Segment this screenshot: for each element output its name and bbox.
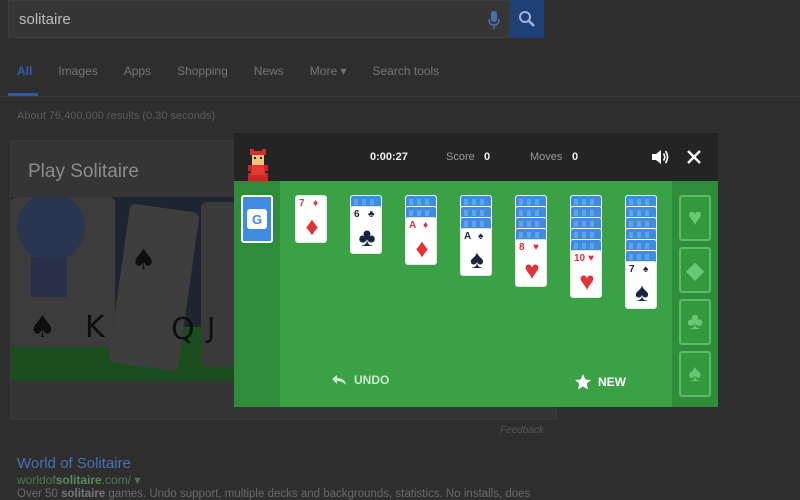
google-logo-icon: G — [247, 209, 267, 229]
search-input[interactable]: solitaire — [19, 11, 71, 28]
card-suit-small: ♦ — [313, 198, 319, 209]
score-label: Score — [446, 151, 475, 163]
card-rank: 6 — [354, 209, 360, 220]
card-suit-icon: ♥ — [579, 266, 595, 296]
game-header: 0:00:27 Score 0 Moves 0 — [234, 133, 718, 181]
result-url-post: .com/ ▾ — [101, 473, 141, 487]
close-icon[interactable] — [684, 147, 704, 167]
player-avatar-icon — [248, 149, 268, 181]
card-rank: 7 — [299, 198, 305, 209]
face-up-card[interactable]: 10 ♥ ♥ — [570, 250, 602, 298]
svg-text:Q: Q — [171, 312, 195, 347]
snippet-bold: solitaire — [61, 488, 106, 500]
card-suit-small: ♥ — [588, 253, 594, 264]
undo-label: UNDO — [354, 373, 390, 387]
card-suit-small: ♥ — [533, 242, 539, 253]
result-url-pre: worldof — [17, 473, 56, 487]
tab-shopping[interactable]: Shopping — [177, 64, 228, 94]
face-up-card[interactable]: A ♦ ♦ — [405, 217, 437, 265]
card-suit-icon: ♠ — [635, 277, 649, 307]
game-board: G 7 ♦ ♦ 6 ♣ ♣ A ♦ ♦ A ♠ ♠ 8 ♥ ♥ 10 ♥ ♥ 7 ♠ ♠ ♥ ◆ ♣ ♠ UNDO NE… — [234, 181, 718, 407]
card-rank: 8 — [519, 242, 525, 253]
foundation-spades[interactable]: ♠ — [679, 351, 711, 397]
score-value: 0 — [484, 151, 491, 163]
result-count: About 76,400,000 results (0.30 seconds) — [17, 110, 216, 122]
card-title: Play Solitaire — [28, 161, 139, 182]
microphone-icon[interactable] — [487, 10, 501, 30]
tab-news[interactable]: News — [254, 64, 284, 94]
undo-icon — [332, 375, 346, 385]
card-preview-image[interactable]: ♠ K ♠ Q J — [11, 197, 235, 381]
star-icon — [575, 374, 591, 390]
svg-text:J: J — [205, 311, 215, 344]
foundation-diamonds[interactable]: ◆ — [679, 247, 711, 293]
diamond-icon: ◆ — [685, 256, 705, 284]
card-suit-small: ♣ — [368, 209, 375, 220]
result-url[interactable]: worldofsolitaire.com/ ▾ — [17, 473, 140, 487]
new-game-button[interactable]: NEW — [574, 373, 626, 391]
face-up-card[interactable]: 8 ♥ ♥ — [515, 239, 547, 287]
card-suit-icon: ♦ — [415, 233, 429, 263]
tab-more[interactable]: More ▾ — [310, 64, 347, 94]
tab-all[interactable]: All — [17, 64, 32, 94]
solitaire-game: 0:00:27 Score 0 Moves 0 G 7 ♦ ♦ 6 ♣ ♣ A ♦ ♦ A ♠ ♠ 8 ♥… — [234, 133, 718, 407]
moves-label: Moves — [530, 151, 563, 163]
tab-apps[interactable]: Apps — [124, 64, 151, 94]
tabs-divider — [0, 96, 800, 97]
foundation-clubs[interactable]: ♣ — [679, 299, 711, 345]
card-rank: A — [409, 220, 417, 231]
snippet-post: games. Undo support, multiple decks and … — [105, 488, 531, 500]
face-up-card[interactable]: 6 ♣ ♣ — [350, 206, 382, 254]
face-up-card[interactable]: A ♠ ♠ — [460, 228, 492, 276]
undo-button[interactable]: UNDO — [330, 373, 389, 387]
card-suit-icon: ♠ — [470, 244, 484, 274]
card-suit-icon: ♥ — [524, 255, 540, 285]
card-rank: A — [464, 231, 472, 242]
search-button[interactable] — [510, 0, 544, 38]
tab-images[interactable]: Images — [58, 64, 97, 94]
search-tabs: All Images Apps Shopping News More ▾ Sea… — [17, 64, 465, 94]
card-suit-small: ♠ — [643, 264, 649, 275]
tab-search-tools[interactable]: Search tools — [373, 64, 440, 94]
result-snippet: Over 50 solitaire games. Undo support, m… — [17, 488, 530, 500]
club-icon: ♣ — [687, 308, 703, 335]
svg-text:K: K — [85, 310, 106, 345]
result-url-bold: solitaire — [55, 473, 102, 487]
card-suit-small: ♦ — [423, 220, 429, 231]
search-bar[interactable]: solitaire — [8, 0, 510, 38]
card-rank: 10 — [574, 253, 586, 264]
search-icon — [519, 11, 535, 27]
sound-icon[interactable] — [650, 147, 670, 167]
card-artwork-image: ♠ K ♠ Q J — [11, 197, 235, 381]
new-label: NEW — [598, 375, 626, 389]
feedback-link[interactable]: Feedback — [500, 425, 544, 436]
card-suit-icon: ♣ — [358, 222, 376, 252]
svg-text:♠: ♠ — [29, 310, 56, 345]
spade-icon: ♠ — [688, 360, 702, 387]
moves-value: 0 — [572, 151, 579, 163]
face-up-card[interactable]: 7 ♠ ♠ — [625, 261, 657, 309]
face-up-card[interactable]: 7 ♦ ♦ — [295, 195, 327, 243]
card-suit-small: ♠ — [478, 231, 484, 242]
snippet-pre: Over 50 — [17, 488, 62, 500]
svg-text:♠: ♠ — [131, 243, 156, 276]
stock-pile[interactable]: G — [241, 195, 273, 243]
card-rank: 7 — [629, 264, 635, 275]
card-suit-icon: ♦ — [305, 211, 319, 241]
heart-icon: ♥ — [687, 204, 703, 231]
game-timer: 0:00:27 — [370, 151, 408, 163]
result-title-link[interactable]: World of Solitaire — [17, 455, 131, 472]
foundation-hearts[interactable]: ♥ — [679, 195, 711, 241]
